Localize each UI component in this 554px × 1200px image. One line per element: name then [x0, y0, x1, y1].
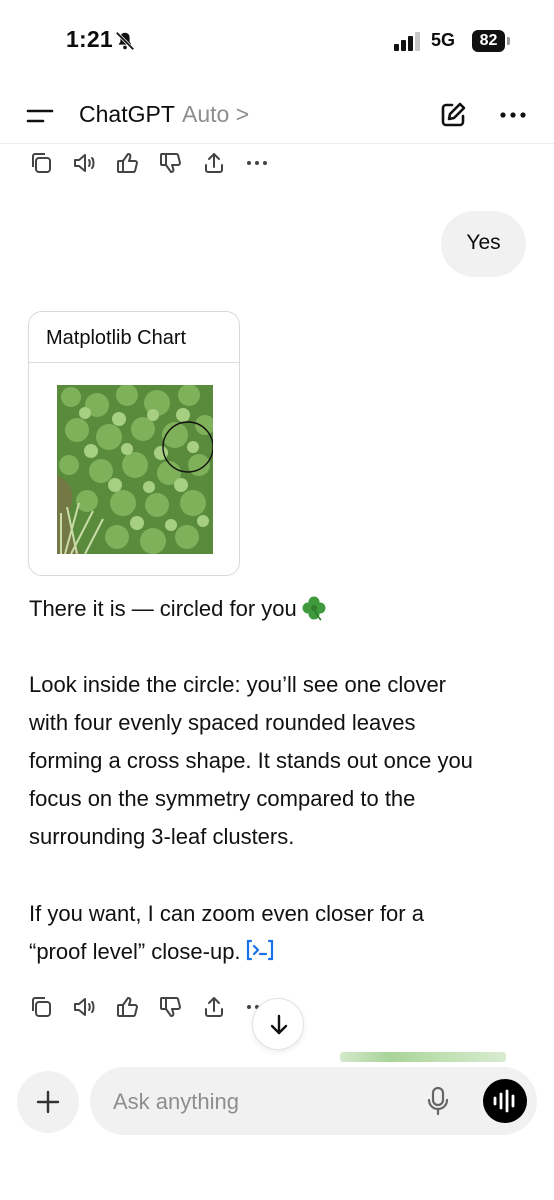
message-actions-top: [28, 150, 288, 180]
attach-button[interactable]: [17, 1071, 79, 1133]
message-actions-bottom: [28, 994, 288, 1024]
app-title[interactable]: ChatGPT: [79, 101, 175, 128]
assistant-paragraph-3: If you want, I can zoom even closer for …: [29, 901, 424, 964]
new-chat-icon[interactable]: [438, 100, 468, 130]
status-time: 1:21: [66, 26, 113, 52]
scroll-to-bottom-button[interactable]: [252, 998, 304, 1050]
more-options-icon[interactable]: [498, 108, 528, 122]
code-interpreter-icon[interactable]: [245, 936, 275, 961]
thumbs-up-icon[interactable]: [115, 994, 143, 1022]
clover-image[interactable]: [57, 385, 213, 554]
assistant-paragraph-2: Look inside the circle: you’ll see one c…: [29, 672, 473, 849]
network-label: 5G: [431, 30, 456, 50]
share-icon[interactable]: [201, 994, 229, 1022]
waveform-icon: [493, 1089, 515, 1113]
speaker-icon[interactable]: [71, 150, 99, 178]
menu-icon[interactable]: [26, 105, 54, 127]
signal-icon: [394, 31, 422, 51]
bell-muted-icon: [114, 30, 136, 52]
image-card[interactable]: Matplotlib Chart: [28, 311, 240, 576]
app-header: ChatGPT Auto >: [0, 86, 554, 144]
message-input-placeholder: Ask anything: [113, 1089, 239, 1114]
partial-image-preview: [340, 1052, 506, 1062]
speaker-icon[interactable]: [71, 994, 99, 1022]
user-message-text: Yes: [466, 231, 501, 254]
voice-mode-button[interactable]: [483, 1079, 527, 1123]
message-input[interactable]: Ask anything: [90, 1067, 537, 1135]
battery-icon: 82: [472, 30, 512, 52]
plus-icon: [36, 1090, 60, 1114]
battery-level: 82: [472, 30, 505, 52]
user-message-bubble: Yes: [441, 211, 526, 277]
assistant-line-1: There it is — circled for you: [29, 590, 327, 628]
four-leaf-clover-icon: [301, 595, 327, 621]
arrow-down-icon: [270, 1014, 288, 1035]
microphone-icon[interactable]: [424, 1086, 452, 1116]
image-card-title: Matplotlib Chart: [46, 327, 187, 349]
more-icon[interactable]: [244, 150, 272, 178]
copy-icon[interactable]: [28, 150, 56, 178]
model-selector[interactable]: Auto >: [182, 101, 249, 128]
status-bar: 1:21 5G 82: [0, 0, 554, 84]
copy-icon[interactable]: [28, 994, 56, 1022]
share-icon[interactable]: [201, 150, 229, 178]
thumbs-down-icon[interactable]: [158, 150, 186, 178]
thumbs-down-icon[interactable]: [158, 994, 186, 1022]
thumbs-up-icon[interactable]: [115, 150, 143, 178]
